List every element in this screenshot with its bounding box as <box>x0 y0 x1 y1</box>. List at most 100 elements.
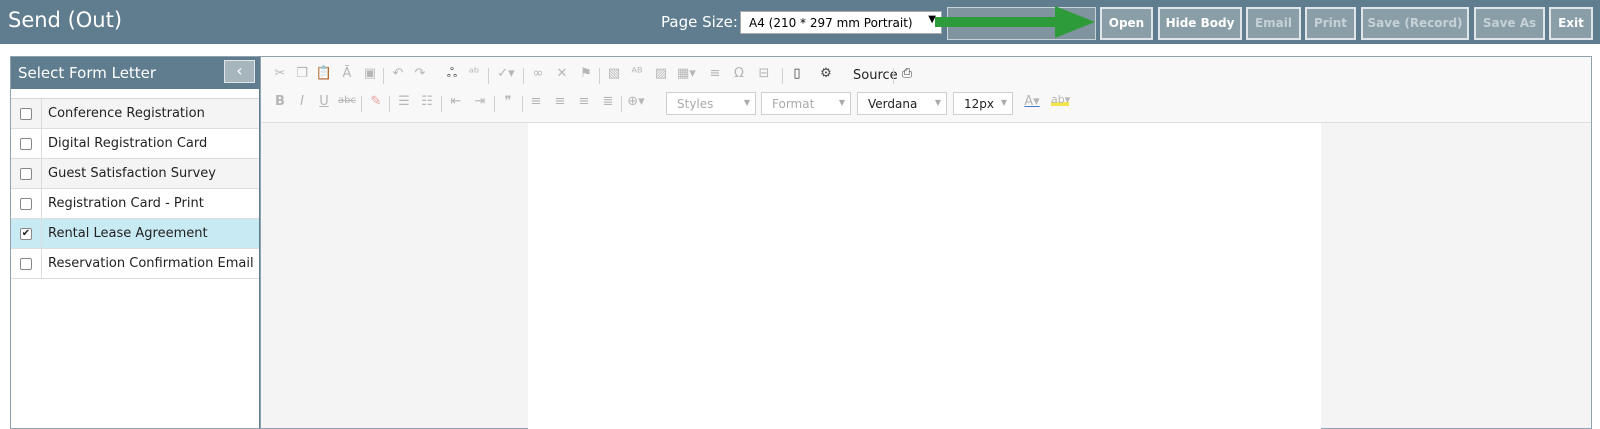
list-item-label: Digital Registration Card <box>48 136 208 151</box>
font-size-combo-value: 12px <box>964 97 994 111</box>
toolbar-separator <box>494 96 495 112</box>
combo-arrow-icon: ▼ <box>743 98 750 107</box>
list-item[interactable]: ✔ Rental Lease Agreement <box>11 218 259 249</box>
combo-arrow-icon: ▼ <box>1000 98 1007 107</box>
source-icon[interactable]: ⚙ <box>817 66 835 81</box>
toolbar-separator <box>383 68 384 84</box>
anchor-icon[interactable]: ⚑ <box>577 66 595 81</box>
top-bar: Send (Out) Page Size: A4 (210 * 297 mm P… <box>0 0 1600 44</box>
font-combo[interactable]: Verdana ▼ <box>857 92 947 115</box>
list-item-label: Conference Registration <box>48 106 205 121</box>
editor-toolbar: ✂ ❐ 📋 Ā ▣ ↶ ↷ ஃ ᵃᵇ ✓▾ ∞ ✕ ⚑ ▧ ᴬᴮ ▨ ▦▾ ≡ … <box>261 57 1591 123</box>
exit-button[interactable]: Exit <box>1549 7 1593 40</box>
editor-document-page[interactable] <box>528 123 1321 429</box>
paste-word-icon[interactable]: ▣ <box>361 66 379 81</box>
form-letter-list: Conference Registration Digital Registra… <box>11 98 259 279</box>
page-size-select[interactable]: A4 (210 * 297 mm Portrait) ▼ <box>740 11 942 34</box>
justify-icon[interactable]: ≣ <box>599 94 617 109</box>
cut-icon[interactable]: ✂ <box>271 66 289 81</box>
list-item-label: Guest Satisfaction Survey <box>48 166 216 181</box>
superscript-image-icon[interactable]: ᴬᴮ <box>628 66 646 81</box>
link-icon[interactable]: ∞ <box>529 66 547 81</box>
toolbar-separator <box>599 68 600 84</box>
page-break-icon[interactable]: ⊟ <box>755 66 773 81</box>
page-size-label: Page Size: <box>661 13 738 31</box>
bold-icon[interactable]: B <box>271 94 289 109</box>
checkbox[interactable] <box>20 257 32 270</box>
checkbox[interactable] <box>20 107 32 120</box>
green-arrow-icon <box>935 6 1095 38</box>
align-right-icon[interactable]: ≡ <box>575 94 593 109</box>
toolbar-separator <box>361 96 362 112</box>
special-char-icon[interactable]: Ω <box>730 66 748 81</box>
checkbox-checked[interactable]: ✔ <box>20 227 32 240</box>
bulleted-list-icon[interactable]: ☷ <box>418 94 436 109</box>
list-item[interactable]: Guest Satisfaction Survey <box>11 158 259 189</box>
toolbar-separator <box>522 96 523 112</box>
form-letter-panel-title: Select Form Letter <box>18 64 157 82</box>
toolbar-separator <box>523 68 524 84</box>
checkbox[interactable] <box>20 137 32 150</box>
image-icon[interactable]: ▧ <box>605 66 623 81</box>
font-combo-value: Verdana <box>868 97 918 111</box>
replace-icon[interactable]: ᵃᵇ <box>465 66 483 81</box>
align-left-icon[interactable]: ≡ <box>527 94 545 109</box>
hide-body-button[interactable]: Hide Body <box>1158 7 1242 40</box>
italic-icon[interactable]: I <box>293 94 311 109</box>
paste-icon[interactable]: 📋 <box>315 66 333 81</box>
underline-icon[interactable]: U <box>315 94 333 109</box>
list-item[interactable]: Registration Card - Print <box>11 188 259 219</box>
print-icon[interactable]: ⎙ <box>898 66 916 81</box>
background-color-icon[interactable]: ab▾ <box>1051 93 1070 106</box>
copy-icon[interactable]: ❐ <box>293 66 311 81</box>
list-item[interactable]: Conference Registration <box>11 98 259 129</box>
list-item-label: Registration Card - Print <box>48 196 204 211</box>
indent-icon[interactable]: ⇥ <box>471 94 489 109</box>
page-size-value: A4 (210 * 297 mm Portrait) <box>749 16 913 30</box>
styles-combo[interactable]: Styles ▼ <box>666 92 756 115</box>
rich-text-editor: ✂ ❐ 📋 Ā ▣ ↶ ↷ ஃ ᵃᵇ ✓▾ ∞ ✕ ⚑ ▧ ᴬᴮ ▨ ▦▾ ≡ … <box>260 56 1592 429</box>
image2-icon[interactable]: ▨ <box>652 66 670 81</box>
redo-icon[interactable]: ↷ <box>411 66 429 81</box>
checkbox[interactable] <box>20 197 32 210</box>
paste-text-icon[interactable]: Ā <box>338 66 356 81</box>
find-icon[interactable]: ஃ <box>443 66 461 82</box>
numbered-list-icon[interactable]: ☰ <box>395 94 413 109</box>
unlink-icon[interactable]: ✕ <box>553 66 571 81</box>
form-letter-panel: Select Form Letter ‹ Conference Registra… <box>10 56 260 429</box>
toolbar-separator <box>893 68 894 84</box>
text-color-icon[interactable]: A▾ <box>1023 94 1041 109</box>
list-item[interactable]: Digital Registration Card <box>11 128 259 159</box>
checkbox[interactable] <box>20 167 32 180</box>
save-record-button[interactable]: Save (Record) <box>1361 7 1469 40</box>
source-button-label[interactable]: Source <box>853 68 898 83</box>
combo-arrow-icon: ▼ <box>934 98 941 107</box>
email-button[interactable]: Email <box>1246 7 1301 40</box>
language-icon[interactable]: ⊕▾ <box>627 94 645 109</box>
chevron-left-icon: ‹ <box>236 61 243 80</box>
toolbar-separator <box>782 68 783 84</box>
font-size-combo[interactable]: 12px ▼ <box>953 92 1013 115</box>
table-icon[interactable]: ▦▾ <box>677 66 696 81</box>
save-as-button[interactable]: Save As <box>1474 7 1545 40</box>
form-letter-panel-header: Select Form Letter ‹ <box>11 57 259 89</box>
page-title: Send (Out) <box>8 8 123 32</box>
spellcheck-icon[interactable]: ✓▾ <box>497 66 515 81</box>
outdent-icon[interactable]: ⇤ <box>447 94 465 109</box>
open-button[interactable]: Open <box>1100 7 1153 40</box>
list-item-label: Reservation Confirmation Email <box>48 256 254 271</box>
toolbar-separator <box>488 68 489 84</box>
collapse-panel-button[interactable]: ‹ <box>224 60 255 83</box>
undo-icon[interactable]: ↶ <box>389 66 407 81</box>
format-combo[interactable]: Format ▼ <box>761 92 851 115</box>
toolbar-separator <box>389 96 390 112</box>
list-item[interactable]: Reservation Confirmation Email <box>11 248 259 279</box>
strikethrough-icon[interactable]: abc <box>338 95 356 106</box>
align-center-icon[interactable]: ≡ <box>551 94 569 109</box>
toolbar-separator <box>621 96 622 112</box>
preview-icon[interactable]: ▯ <box>788 66 806 81</box>
remove-format-icon[interactable]: ✎ <box>367 94 385 109</box>
print-button[interactable]: Print <box>1305 7 1356 40</box>
blockquote-icon[interactable]: ❞ <box>499 94 517 109</box>
horizontal-rule-icon[interactable]: ≡ <box>706 66 724 81</box>
